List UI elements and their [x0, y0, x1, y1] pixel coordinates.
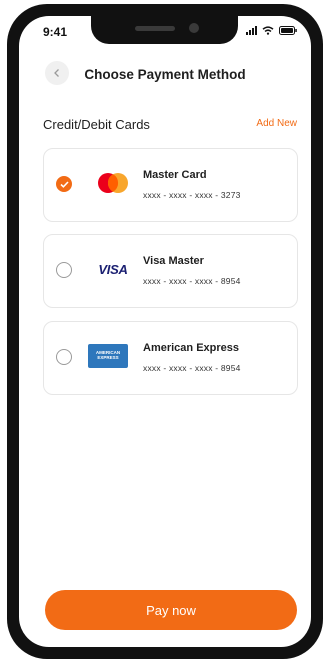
radio-button[interactable]: [56, 349, 72, 365]
card-name: Master Card: [143, 169, 207, 181]
card-name: American Express: [143, 342, 239, 354]
section-title: Credit/Debit Cards: [43, 117, 150, 132]
radio-button[interactable]: [56, 262, 72, 278]
card-number: xxxx - xxxx - xxxx - 3273: [143, 190, 241, 200]
card-number: xxxx - xxxx - xxxx - 8954: [143, 363, 241, 373]
amex-logo: AMERICAN EXPRESS: [88, 342, 128, 370]
battery-icon: [279, 25, 297, 35]
payment-card-visa[interactable]: VISA Visa Master xxxx - xxxx - xxxx - 89…: [43, 234, 298, 308]
card-number: xxxx - xxxx - xxxx - 8954: [143, 276, 241, 286]
mastercard-logo: [96, 169, 130, 197]
phone-frame: 9:41 Choose Payment Method Credit/Debit …: [7, 4, 323, 659]
page-title: Choose Payment Method: [84, 67, 246, 82]
check-icon: [59, 180, 69, 188]
phone-screen: 9:41 Choose Payment Method Credit/Debit …: [19, 16, 311, 647]
card-name: Visa Master: [143, 255, 204, 267]
speaker-icon: [135, 26, 175, 31]
wifi-icon: [262, 25, 274, 35]
camera-icon: [189, 23, 199, 33]
status-time: 9:41: [43, 25, 68, 39]
notch: [91, 16, 238, 44]
status-icons: [246, 25, 297, 35]
signal-icon: [246, 25, 257, 35]
radio-button-selected[interactable]: [56, 176, 72, 192]
pay-now-button[interactable]: Pay now: [45, 590, 297, 630]
add-new-link[interactable]: Add New: [256, 118, 297, 129]
visa-logo: VISA: [98, 261, 128, 277]
payment-card-amex[interactable]: AMERICAN EXPRESS American Express xxxx -…: [43, 321, 298, 395]
payment-card-mastercard[interactable]: Master Card xxxx - xxxx - xxxx - 3273: [43, 148, 298, 222]
